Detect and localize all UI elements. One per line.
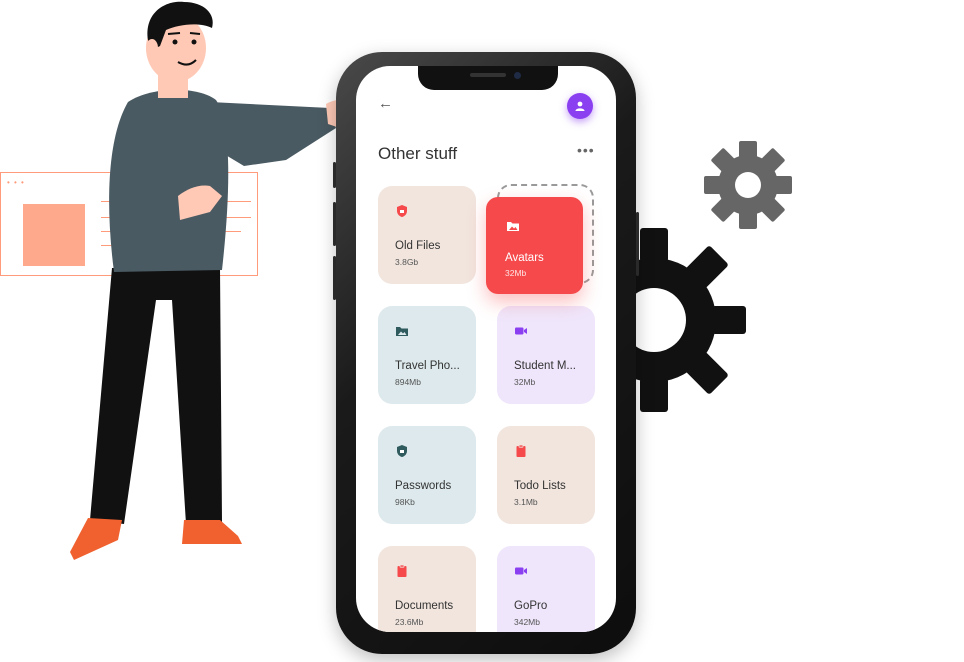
folder-name: Documents [395, 600, 454, 612]
clipboard-icon [516, 444, 526, 457]
folder-size: 32Mb [514, 377, 536, 387]
folder-size: 342Mb [514, 617, 540, 627]
folder-name: Passwords [395, 480, 452, 492]
folder-card-gopro[interactable]: GoPro 342Mb [497, 546, 595, 632]
folder-name: Old Files [395, 240, 441, 252]
side-button [636, 212, 639, 276]
folder-name: Travel Pho... [395, 360, 460, 372]
folder-name: Todo Lists [514, 480, 566, 492]
folder-image-icon [396, 327, 408, 336]
side-button [333, 256, 336, 300]
folder-name: GoPro [514, 600, 548, 612]
gear-icon [704, 141, 792, 229]
avatar-button[interactable] [567, 93, 593, 119]
folder-size: 23.6Mb [395, 617, 424, 627]
folder-size: 3.1Mb [514, 497, 538, 507]
folder-size: 894Mb [395, 377, 421, 387]
person-illustration [70, 1, 366, 560]
side-button [333, 162, 336, 188]
folder-card-old-files[interactable]: Old Files 3.8Gb [378, 186, 476, 284]
folder-card-passwords[interactable]: Passwords 98Kb [378, 426, 476, 524]
video-icon [515, 567, 527, 575]
folder-card-documents[interactable]: Documents 23.6Mb [378, 546, 476, 632]
camera [514, 72, 521, 79]
folder-size: 32Mb [505, 268, 527, 278]
folder-size: 3.8Gb [395, 257, 419, 267]
phone-screen: ← Other stuff ••• Old Files 3.8Gb Travel… [356, 66, 616, 632]
user-icon [575, 101, 585, 111]
folder-size: 98Kb [395, 497, 415, 507]
folder-name: Avatars [505, 252, 544, 264]
more-horizontal-icon[interactable]: ••• [577, 142, 595, 158]
video-icon [515, 327, 527, 335]
shield-icon [397, 205, 407, 217]
shield-icon [397, 445, 407, 457]
clipboard-icon [397, 564, 407, 577]
speaker [470, 73, 506, 77]
arrow-left-icon[interactable]: ← [378, 96, 393, 111]
page-title: Other stuff [378, 144, 458, 163]
window-dots: • • • [7, 178, 25, 187]
folder-card-student-media[interactable]: Student M... 32Mb [497, 306, 595, 404]
folder-card-todo-lists[interactable]: Todo Lists 3.1Mb [497, 426, 595, 524]
folder-card-travel-photos[interactable]: Travel Pho... 894Mb [378, 306, 476, 404]
notch [418, 66, 558, 90]
folder-card-avatars-dragging[interactable]: Avatars 32Mb [486, 197, 583, 294]
folder-name: Student M... [514, 360, 577, 372]
folder-image-icon [507, 222, 519, 231]
side-button [333, 202, 336, 246]
